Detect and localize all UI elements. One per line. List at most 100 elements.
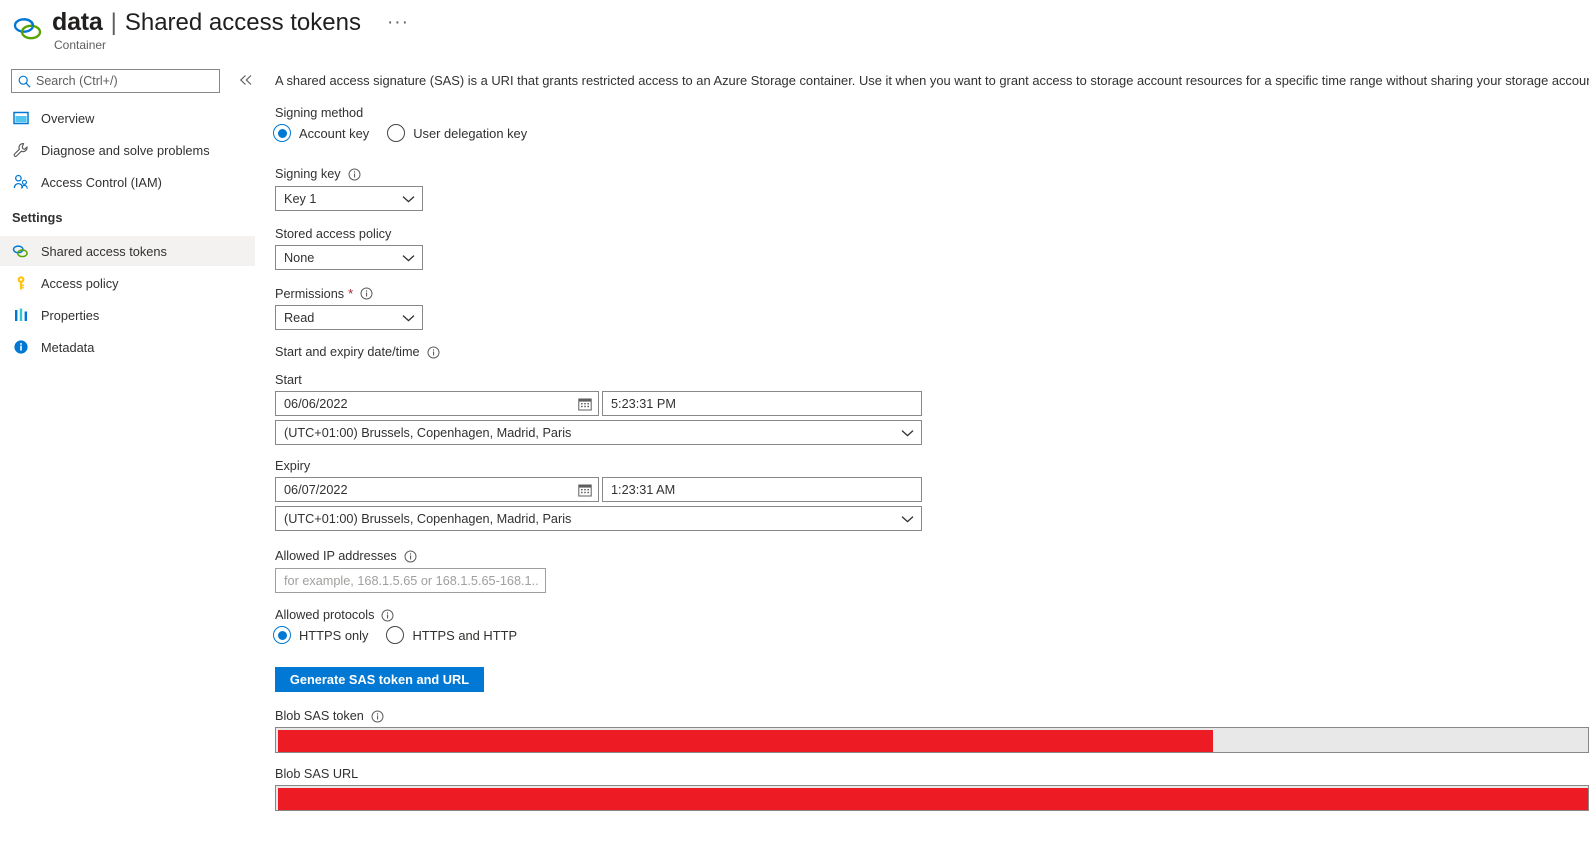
required-marker: * xyxy=(348,286,354,301)
radio-label: User delegation key xyxy=(413,125,528,141)
wrench-icon xyxy=(12,142,29,159)
allowed-ip-label: Allowed IP addresses xyxy=(275,549,417,563)
radio-label: HTTPS only xyxy=(299,627,369,643)
blob-sas-url-label: Blob SAS URL xyxy=(275,767,359,781)
sidebar-item-label: Access policy xyxy=(41,275,119,291)
blob-sas-token-input[interactable] xyxy=(275,727,1589,753)
start-time-value: 5:23:31 PM xyxy=(611,396,676,411)
signing-method-label: Signing method xyxy=(275,106,364,120)
redaction-overlay xyxy=(278,788,1588,810)
sidebar: Search (Ctrl+/) Overview Diagnose and so… xyxy=(0,62,262,851)
resource-type-subtitle: Container xyxy=(54,38,107,52)
container-rings-icon xyxy=(12,243,29,260)
info-icon[interactable] xyxy=(404,550,417,563)
permissions-select[interactable]: Read xyxy=(275,305,423,330)
sidebar-item-label: Shared access tokens xyxy=(41,243,167,259)
radio-user-delegation-key[interactable]: User delegation key xyxy=(387,124,527,142)
sidebar-item-label: Overview xyxy=(41,110,95,126)
radio-https-only[interactable]: HTTPS only xyxy=(273,626,368,644)
chevron-down-icon xyxy=(901,515,914,523)
people-icon xyxy=(12,174,29,191)
sidebar-item-diagnose[interactable]: Diagnose and solve problems xyxy=(0,135,255,165)
sidebar-item-label: Diagnose and solve problems xyxy=(41,142,210,158)
main-content: A shared access signature (SAS) is a URI… xyxy=(262,62,1589,851)
start-time-input[interactable]: 5:23:31 PM xyxy=(602,391,922,416)
overview-window-icon xyxy=(12,110,29,127)
expiry-time-value: 1:23:31 AM xyxy=(611,482,676,497)
stored-access-policy-value: None xyxy=(284,250,315,265)
calendar-icon[interactable] xyxy=(578,483,592,497)
page-title: data | Shared access tokens ··· xyxy=(52,8,409,37)
expiry-label: Expiry xyxy=(275,459,311,473)
search-placeholder: Search (Ctrl+/) xyxy=(36,74,118,88)
stored-access-policy-select[interactable]: None xyxy=(275,245,423,270)
sidebar-item-properties[interactable]: Properties xyxy=(0,300,255,330)
info-icon[interactable] xyxy=(360,287,373,300)
sidebar-item-label: Properties xyxy=(41,307,100,323)
container-rings-icon xyxy=(11,16,45,42)
radio-account-key[interactable]: Account key xyxy=(273,124,369,142)
properties-bars-icon xyxy=(12,307,29,324)
start-date-value: 06/06/2022 xyxy=(284,396,348,411)
signing-key-label: Signing key xyxy=(275,167,361,181)
redaction-overlay xyxy=(278,730,1213,752)
generate-sas-token-button[interactable]: Generate SAS token and URL xyxy=(275,667,484,692)
allowed-ip-placeholder: for example, 168.1.5.65 or 168.1.5.65-16… xyxy=(284,573,539,588)
start-timezone-value: (UTC+01:00) Brussels, Copenhagen, Madrid… xyxy=(284,425,572,440)
sidebar-search-row: Search (Ctrl+/) xyxy=(11,69,262,95)
allowed-ip-input[interactable]: for example, 168.1.5.65 or 168.1.5.65-16… xyxy=(275,568,546,593)
search-icon xyxy=(18,75,31,88)
start-date-input[interactable]: 06/06/2022 xyxy=(275,391,599,416)
intro-description: A shared access signature (SAS) is a URI… xyxy=(275,73,1589,88)
sidebar-item-access-control[interactable]: Access Control (IAM) xyxy=(0,167,255,197)
info-icon[interactable] xyxy=(381,609,394,622)
blob-sas-url-input[interactable] xyxy=(275,785,1589,811)
allowed-protocols-label: Allowed protocols xyxy=(275,608,394,622)
expiry-timezone-select[interactable]: (UTC+01:00) Brussels, Copenhagen, Madrid… xyxy=(275,506,922,531)
sidebar-item-metadata[interactable]: Metadata xyxy=(0,332,255,362)
page-header: data | Shared access tokens ··· Containe… xyxy=(0,0,1589,62)
signing-key-value: Key 1 xyxy=(284,191,317,206)
sidebar-item-label: Metadata xyxy=(41,339,95,355)
radio-label: Account key xyxy=(299,125,370,141)
radio-circle-icon xyxy=(273,626,291,644)
start-label: Start xyxy=(275,373,302,387)
radio-label: HTTPS and HTTP xyxy=(412,627,518,643)
chevron-down-icon xyxy=(402,314,415,322)
sidebar-item-access-policy[interactable]: Access policy xyxy=(0,268,255,298)
info-circle-icon xyxy=(12,339,29,356)
radio-https-and-http[interactable]: HTTPS and HTTP xyxy=(386,626,517,644)
expiry-timezone-value: (UTC+01:00) Brussels, Copenhagen, Madrid… xyxy=(284,511,572,526)
signing-key-select[interactable]: Key 1 xyxy=(275,186,423,211)
stored-access-policy-label: Stored access policy xyxy=(275,227,392,241)
chevron-double-left-icon[interactable] xyxy=(239,71,253,91)
sidebar-item-overview[interactable]: Overview xyxy=(0,103,255,133)
info-icon[interactable] xyxy=(371,710,384,723)
date-section-label: Start and expiry date/time xyxy=(275,345,440,359)
key-icon xyxy=(12,275,29,292)
search-input[interactable]: Search (Ctrl+/) xyxy=(11,69,220,93)
title-separator: | xyxy=(110,9,117,36)
sidebar-item-shared-access-tokens[interactable]: Shared access tokens xyxy=(0,236,255,266)
page-title-text: Shared access tokens xyxy=(124,9,361,36)
start-timezone-select[interactable]: (UTC+01:00) Brussels, Copenhagen, Madrid… xyxy=(275,420,922,445)
allowed-protocols-radio-group: HTTPS only HTTPS and HTTP xyxy=(273,626,535,644)
info-icon[interactable] xyxy=(427,346,440,359)
chevron-down-icon xyxy=(402,195,415,203)
info-icon[interactable] xyxy=(348,168,361,181)
resource-name: data xyxy=(52,8,103,36)
signing-method-radio-group: Account key User delegation key xyxy=(273,124,545,142)
more-options-icon[interactable]: ··· xyxy=(387,12,409,34)
radio-circle-icon xyxy=(386,626,405,644)
permissions-value: Read xyxy=(284,310,315,325)
sidebar-item-label: Access Control (IAM) xyxy=(41,174,162,190)
radio-circle-icon xyxy=(387,124,406,142)
expiry-date-input[interactable]: 06/07/2022 xyxy=(275,477,599,502)
chevron-down-icon xyxy=(402,254,415,262)
calendar-icon[interactable] xyxy=(578,397,592,411)
chevron-down-icon xyxy=(901,429,914,437)
expiry-time-input[interactable]: 1:23:31 AM xyxy=(602,477,922,502)
permissions-label: Permissions * xyxy=(275,286,373,301)
radio-circle-icon xyxy=(273,124,291,142)
sidebar-group-header: Settings xyxy=(12,210,63,225)
